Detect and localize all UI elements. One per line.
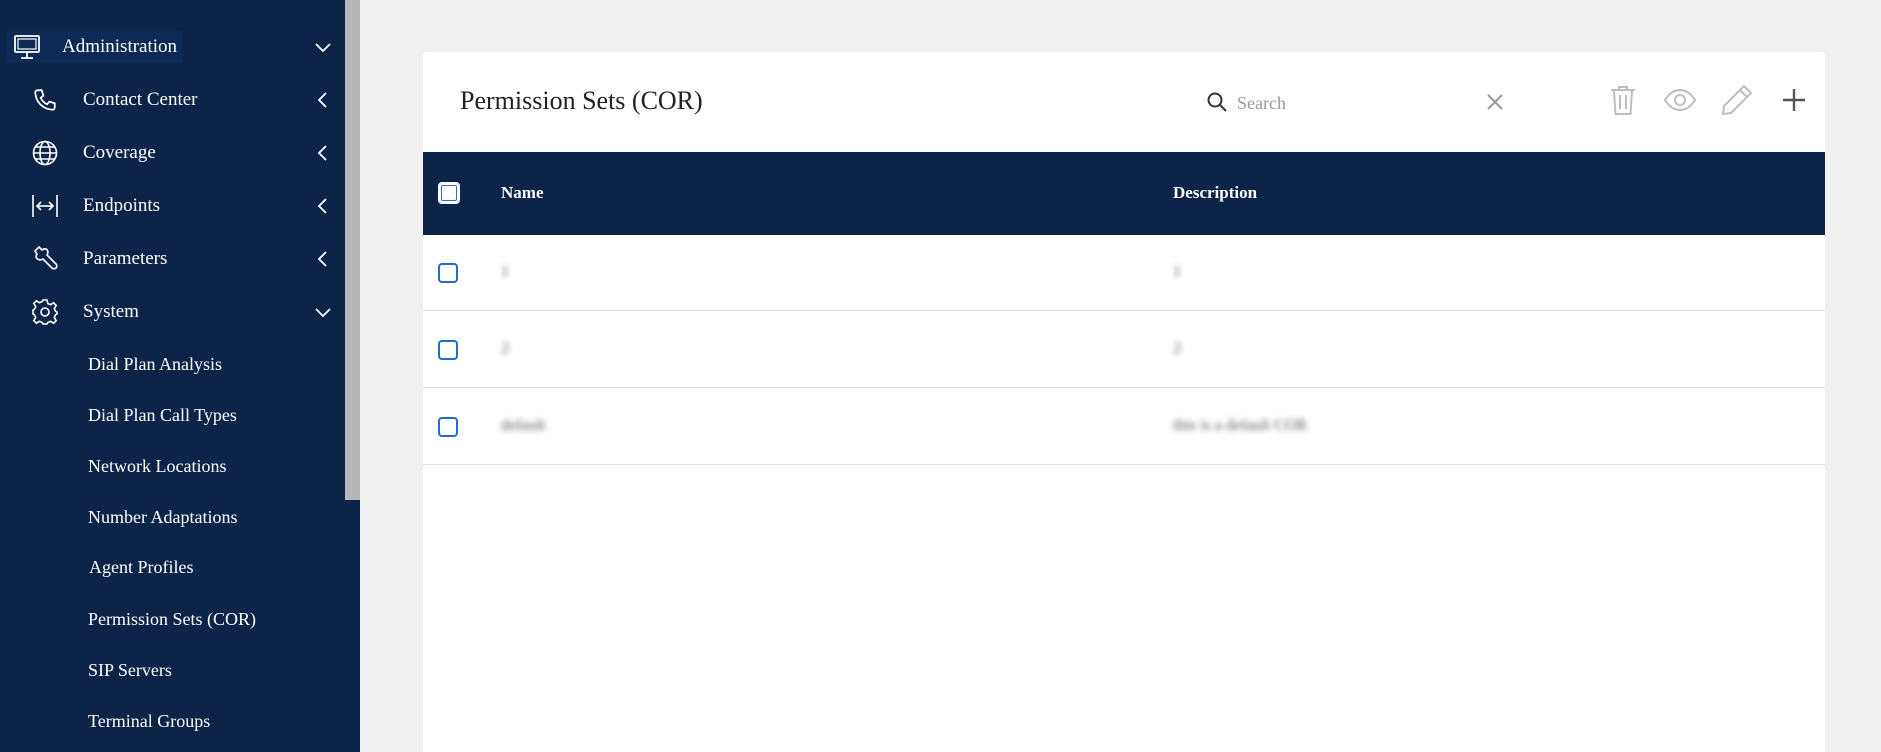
sidebar-item-label: Endpoints xyxy=(83,194,161,216)
phone-icon xyxy=(30,85,60,115)
sidebar-item-label: System xyxy=(83,300,139,322)
add-icon[interactable] xyxy=(1777,83,1811,117)
delete-icon[interactable] xyxy=(1606,83,1640,117)
sidebar-subitem-agent-profiles[interactable]: Agent Profiles xyxy=(89,547,193,587)
cell-name: 2 xyxy=(501,340,509,357)
sidebar-subitem-permission-sets[interactable]: Permission Sets (COR) xyxy=(88,599,256,639)
cell-name: 1 xyxy=(501,263,509,280)
sidebar-subitem-dial-plan-call-types[interactable]: Dial Plan Call Types xyxy=(88,395,237,435)
wrench-icon xyxy=(30,244,60,274)
sidebar-subitem-dial-plan-analysis[interactable]: Dial Plan Analysis xyxy=(88,344,222,384)
table-row[interactable]: 1 1 xyxy=(423,235,1825,311)
chevron-left-icon xyxy=(313,196,333,216)
monitor-icon xyxy=(12,32,42,62)
search-input[interactable] xyxy=(1235,88,1479,118)
column-header-name[interactable]: Name xyxy=(501,183,543,203)
sidebar-item-endpoints[interactable]: Endpoints xyxy=(0,179,345,232)
search-icon xyxy=(1206,91,1228,113)
table-header: Name Description xyxy=(423,152,1825,235)
table-row[interactable]: default this is a default COR xyxy=(423,389,1825,465)
sidebar-item-administration[interactable]: Administration xyxy=(0,20,345,73)
cell-description: 1 xyxy=(1173,263,1181,280)
sidebar-item-label: Coverage xyxy=(83,141,156,163)
sidebar-subitem-terminal-groups[interactable]: Terminal Groups xyxy=(88,701,210,741)
sidebar: Administration Contact Center Coverage E… xyxy=(0,0,360,752)
chevron-left-icon xyxy=(313,90,333,110)
sidebar-item-label: Parameters xyxy=(83,247,168,269)
edit-icon[interactable] xyxy=(1720,83,1754,117)
select-all-checkbox[interactable] xyxy=(438,182,460,204)
globe-icon xyxy=(30,138,60,168)
view-icon[interactable] xyxy=(1663,83,1697,117)
content-card: Permission Sets (COR) Name Des xyxy=(423,52,1825,752)
sidebar-item-system[interactable]: System xyxy=(0,285,345,338)
sidebar-scrollbar[interactable] xyxy=(345,0,360,500)
sidebar-item-label: Contact Center xyxy=(83,88,198,110)
sidebar-subitem-sip-servers[interactable]: SIP Servers xyxy=(88,650,172,690)
sidebar-subitem-number-adaptations[interactable]: Number Adaptations xyxy=(88,497,237,537)
column-header-description[interactable]: Description xyxy=(1173,183,1257,203)
table-row[interactable]: 2 2 xyxy=(423,312,1825,388)
gear-icon xyxy=(30,297,60,327)
page-title: Permission Sets (COR) xyxy=(460,86,703,115)
cell-description: this is a default COR xyxy=(1173,417,1308,434)
row-checkbox[interactable] xyxy=(438,417,458,437)
cell-name: default xyxy=(501,417,546,434)
chevron-left-icon xyxy=(313,249,333,269)
sidebar-item-contact-center[interactable]: Contact Center xyxy=(0,73,345,126)
close-icon[interactable] xyxy=(1484,91,1506,113)
cell-description: 2 xyxy=(1173,340,1181,357)
row-checkbox[interactable] xyxy=(438,340,458,360)
sidebar-item-parameters[interactable]: Parameters xyxy=(0,232,345,285)
row-checkbox[interactable] xyxy=(438,263,458,283)
chevron-down-icon xyxy=(313,37,333,57)
endpoints-icon xyxy=(30,191,60,221)
sidebar-item-coverage[interactable]: Coverage xyxy=(0,126,345,179)
sidebar-item-label: Administration xyxy=(62,35,178,57)
chevron-left-icon xyxy=(313,143,333,163)
chevron-down-icon xyxy=(313,302,333,322)
sidebar-subitem-network-locations[interactable]: Network Locations xyxy=(88,446,226,486)
